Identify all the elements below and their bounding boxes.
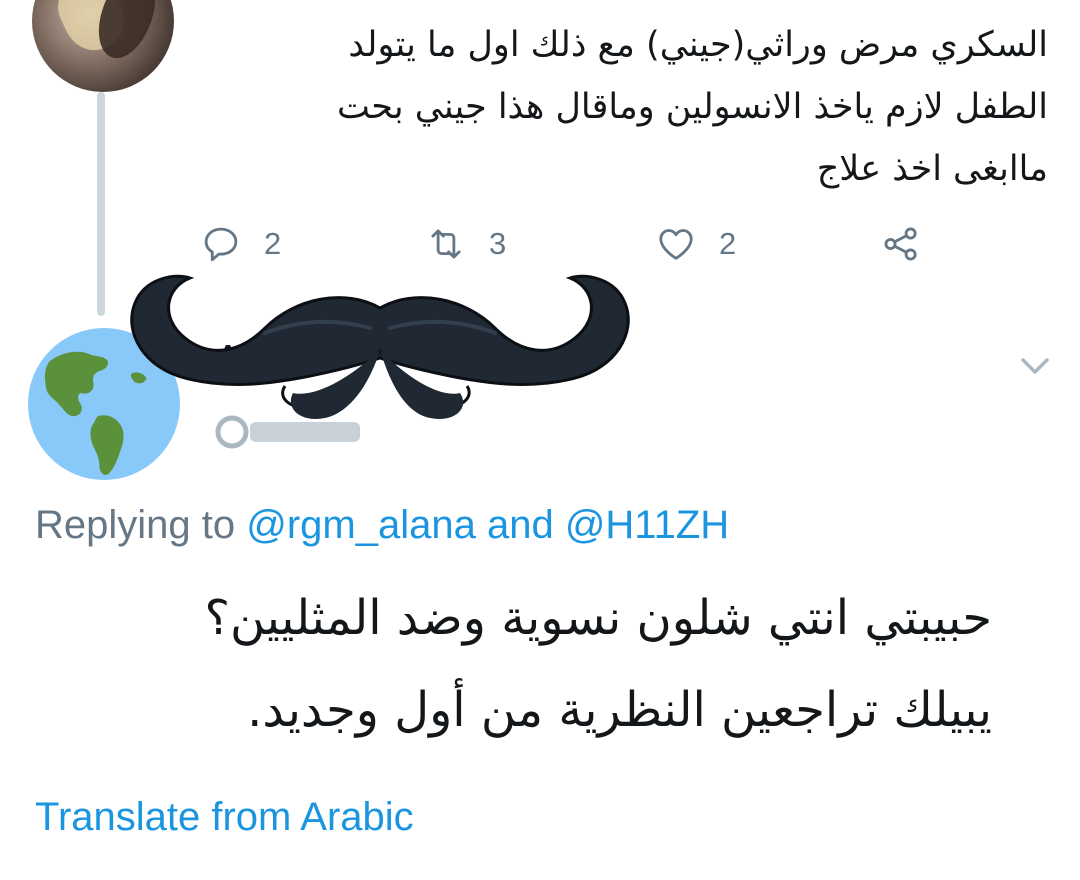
tweet-detail-screen: السكري مرض وراثي(جيني) مع ذلك اول ما يتو… xyxy=(0,0,1080,880)
parent-author-header-cropped xyxy=(300,0,1020,6)
mention-conjunction[interactable]: and xyxy=(476,503,565,547)
retweet-count: 3 xyxy=(489,226,507,261)
reply-tweet-line: يبيلك تراجعين النظرية من أول وجديد. xyxy=(247,682,992,738)
parent-tweet-line: الطفل لازم ياخذ الانسولين وماقال هذا جين… xyxy=(336,87,1048,127)
parent-author-avatar[interactable] xyxy=(32,0,174,92)
replying-prefix: Replying to xyxy=(35,503,247,547)
parent-tweet-line: ماابغى اخذ علاج xyxy=(816,149,1048,189)
heart-icon xyxy=(659,229,693,260)
reply-count: 2 xyxy=(264,226,282,261)
mention-link-rgm-alana[interactable]: @rgm_alana xyxy=(246,503,476,547)
parent-tweet-text: السكري مرض وراثي(جيني) مع ذلك اول ما يتو… xyxy=(228,14,1048,200)
reply-tweet-text: حبيبتي انتي شلون نسوية وضد المثليين؟ يبي… xyxy=(12,572,992,756)
thread-connector-line xyxy=(97,92,105,316)
replying-to-line: Replying to @rgm_alana and @H11ZH xyxy=(35,503,729,548)
chevron-down-icon[interactable] xyxy=(1015,350,1055,382)
share-icon xyxy=(884,227,917,261)
share-button[interactable] xyxy=(880,220,922,268)
parent-tweet-line: السكري مرض وراثي(جيني) مع ذلك اول ما يتو… xyxy=(348,25,1048,65)
like-count: 2 xyxy=(719,226,737,261)
reply-tweet-line: حبيبتي انتي شلون نسوية وضد المثليين؟ xyxy=(204,590,992,646)
like-button[interactable]: 2 xyxy=(655,220,736,268)
translate-link[interactable]: Translate from Arabic xyxy=(35,795,414,840)
mention-link-h11zh[interactable]: @H11ZH xyxy=(565,503,729,547)
mustache-sticker xyxy=(130,274,630,419)
